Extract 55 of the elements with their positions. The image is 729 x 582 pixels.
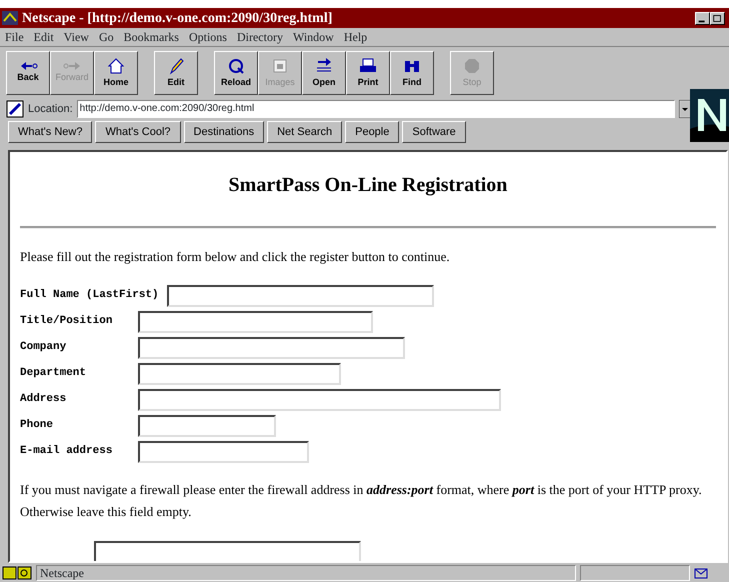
dropdown-arrow-icon[interactable] [678, 100, 691, 118]
bookmark-icon[interactable] [6, 100, 24, 118]
window-title: Netscape - [http://demo.v-one.com:2090/30reg.html] [22, 10, 332, 28]
location-label: Location: [28, 102, 73, 117]
directory-button[interactable]: People [345, 121, 400, 143]
page-heading: SmartPass On-Line Registration [228, 173, 508, 198]
input-field[interactable] [138, 362, 341, 384]
menu-item[interactable]: Bookmarks [118, 28, 184, 46]
menu-item[interactable]: Help [338, 28, 372, 46]
menu-item[interactable]: Options [184, 28, 232, 46]
directory-button[interactable]: What's New? [8, 121, 92, 143]
security-icon[interactable] [2, 566, 32, 580]
input-field[interactable] [138, 310, 373, 332]
location-field[interactable]: http://demo.v-one.com:2090/30reg.html [76, 100, 675, 118]
field-label: Full Name (LastFirst) [20, 288, 159, 304]
toolbar-button[interactable]: Reload [214, 51, 258, 95]
menu-item[interactable]: Directory [232, 28, 288, 46]
intro-text: Please fill out the registration form below and click the register button to continue. [20, 248, 451, 266]
field-label: Title/Position [20, 314, 114, 330]
house-icon [106, 56, 126, 76]
firewall-note: If you must navigate a firewall please enter the firewall address in address:port format, where port is the port of your HTTP proxy. Otherwise leave this field empty. [20, 480, 703, 521]
menu-item[interactable]: Window [288, 28, 339, 46]
field-label: Address [20, 392, 68, 408]
input-field[interactable] [138, 336, 405, 358]
forward-arrow-icon [62, 61, 82, 72]
reload-icon [226, 56, 246, 76]
maximize-button[interactable] [710, 12, 725, 24]
netscape-logo [690, 89, 729, 142]
directory-button[interactable]: Destinations [184, 121, 264, 143]
input-field[interactable] [138, 414, 276, 436]
input-field[interactable] [138, 440, 309, 462]
toolbar-button[interactable]: Home [94, 51, 138, 95]
input-field[interactable] [166, 284, 434, 306]
menu-item[interactable]: Go [94, 28, 119, 46]
directory-button[interactable]: Net Search [267, 121, 342, 143]
menu-item[interactable]: Edit [28, 28, 59, 46]
directory-button[interactable]: Software [402, 121, 466, 143]
field-label: Company [20, 340, 68, 356]
field-label: Department [20, 366, 88, 382]
minimize-button[interactable] [695, 12, 710, 24]
field-label: E-mail address [20, 444, 114, 460]
menu-item[interactable]: View [58, 28, 94, 46]
back-arrow-icon [18, 61, 38, 72]
netscape-icon [2, 11, 18, 25]
status-text: Netscape [36, 564, 576, 580]
toolbar-button[interactable]: Open [302, 51, 346, 95]
toolbar-button[interactable]: Back [6, 51, 50, 95]
toolbar-button[interactable]: Edit [154, 51, 198, 95]
input-field[interactable] [94, 540, 361, 561]
menu-item[interactable]: File [0, 28, 29, 46]
toolbar-button[interactable]: Print [346, 51, 390, 95]
toolbar-button[interactable]: Find [390, 51, 434, 95]
field-label: Phone [20, 418, 54, 434]
directory-button[interactable]: What's Cool? [95, 121, 181, 143]
input-field[interactable] [138, 388, 501, 410]
